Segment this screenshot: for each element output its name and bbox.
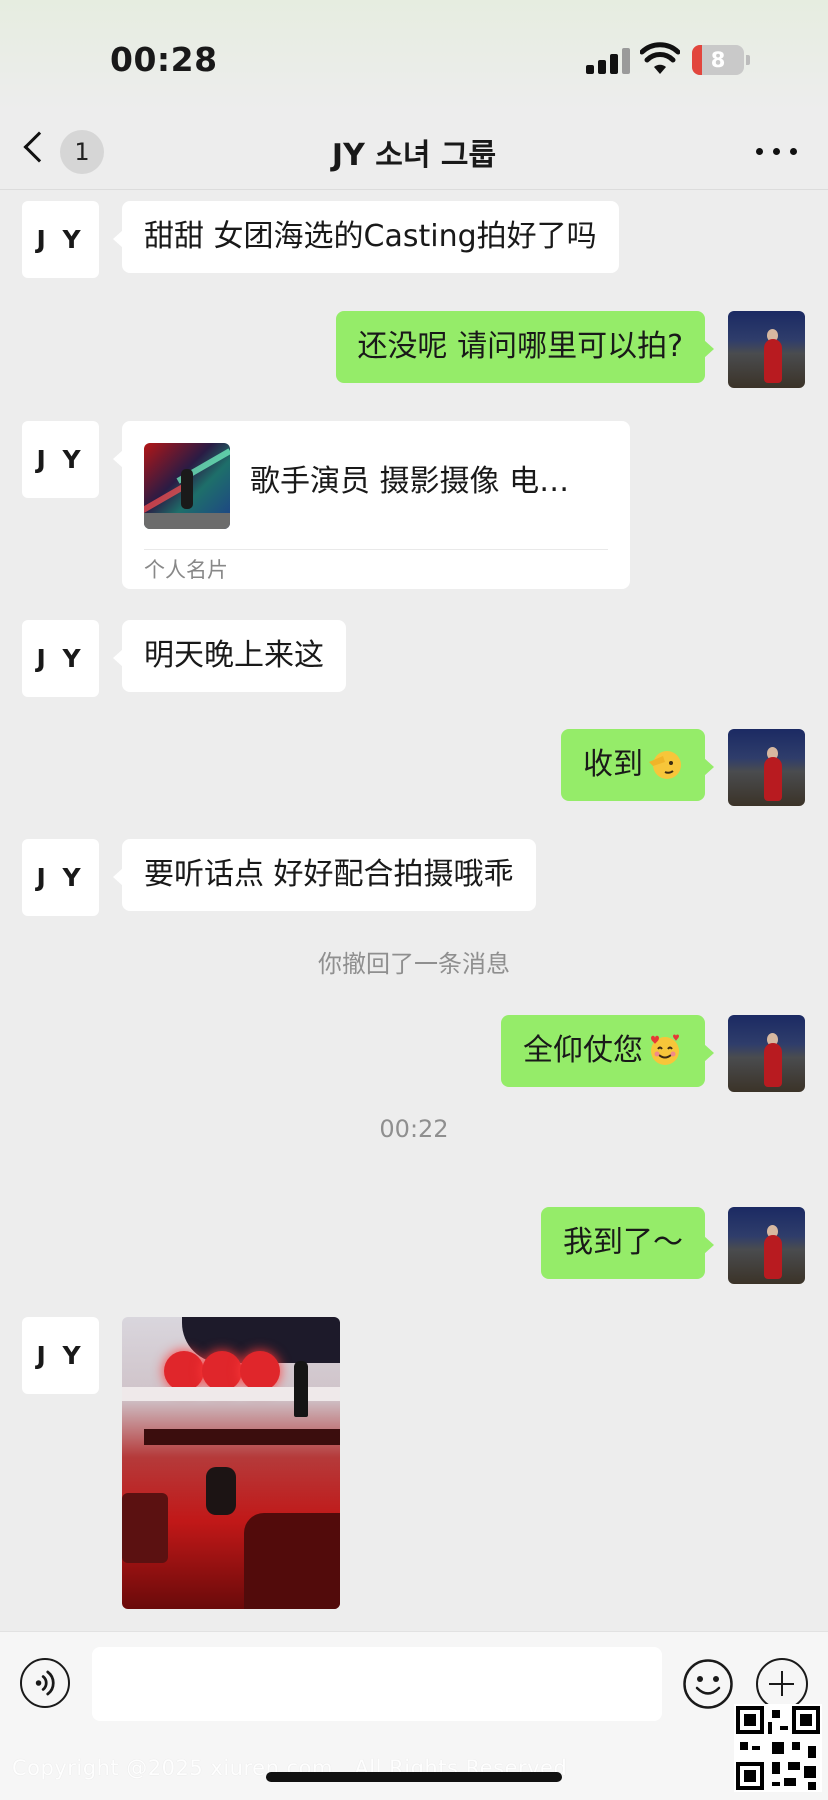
- wifi-icon: [640, 42, 680, 74]
- message-list[interactable]: J Y 甜甜 女团海选的Casting拍好了吗 还没呢 请问哪里可以拍? J Y…: [0, 191, 828, 1631]
- recalled-notice: 你撤回了一条消息: [318, 950, 510, 978]
- voice-icon: [35, 1670, 55, 1696]
- back-button[interactable]: 1: [23, 128, 110, 174]
- home-indicator: [266, 1772, 562, 1782]
- contact-avatar[interactable]: J Y: [22, 620, 99, 697]
- status-time: 00:28: [110, 40, 218, 79]
- chat-title: JY 소녀 그룹: [331, 138, 497, 173]
- cellular-signal-icon: [586, 48, 630, 74]
- message-bubble-self[interactable]: 全仰仗您: [501, 1015, 714, 1087]
- message-bubble[interactable]: 甜甜 女团海选的Casting拍好了吗: [113, 201, 619, 273]
- message-bubble-self[interactable]: 收到: [561, 729, 714, 801]
- more-button[interactable]: [752, 134, 802, 170]
- image-message[interactable]: [122, 1317, 340, 1609]
- card-type-label: 个人名片: [144, 558, 228, 582]
- unread-count-badge: 1: [60, 130, 104, 174]
- card-title: 歌手演员 摄影摄像 电…: [250, 464, 570, 499]
- message-bubble-self[interactable]: 还没呢 请问哪里可以拍?: [335, 311, 715, 383]
- self-avatar[interactable]: [728, 1207, 805, 1284]
- battery-icon: 8: [692, 45, 750, 75]
- emoji-button[interactable]: [682, 1658, 734, 1710]
- self-avatar[interactable]: [728, 311, 805, 388]
- emoji-face-icon: [683, 1659, 733, 1709]
- contact-avatar[interactable]: J Y: [22, 421, 99, 498]
- battery-percent: 8: [710, 48, 726, 72]
- self-avatar[interactable]: [728, 1015, 805, 1092]
- message-timestamp: 00:22: [379, 1115, 449, 1143]
- smiling-face-with-hearts-emoji: [651, 1034, 679, 1065]
- chevron-left-icon: [23, 131, 55, 163]
- message-bubble-self[interactable]: 我到了～: [541, 1207, 714, 1279]
- card-thumbnail: [144, 443, 230, 529]
- voice-button[interactable]: [20, 1658, 70, 1708]
- message-bubble[interactable]: 明天晚上来这: [113, 620, 346, 692]
- plus-button[interactable]: [756, 1658, 808, 1710]
- qr-code-icon: [734, 1704, 822, 1792]
- status-bar: 00:28 8: [0, 0, 828, 110]
- message-input[interactable]: [92, 1647, 662, 1721]
- more-dots-icon: [756, 148, 763, 155]
- saluting-face-emoji: [649, 750, 681, 779]
- chat-header: 1 JY 소녀 그룹: [0, 110, 828, 190]
- message-bubble[interactable]: 要听话点 好好配合拍摄哦乖: [113, 839, 536, 911]
- contact-avatar[interactable]: J Y: [22, 201, 99, 278]
- contact-avatar[interactable]: J Y: [22, 839, 99, 916]
- card-divider: [144, 549, 608, 550]
- contact-card-message[interactable]: 歌手演员 摄影摄像 电… 个人名片: [113, 421, 630, 589]
- self-avatar[interactable]: [728, 729, 805, 806]
- contact-avatar[interactable]: J Y: [22, 1317, 99, 1394]
